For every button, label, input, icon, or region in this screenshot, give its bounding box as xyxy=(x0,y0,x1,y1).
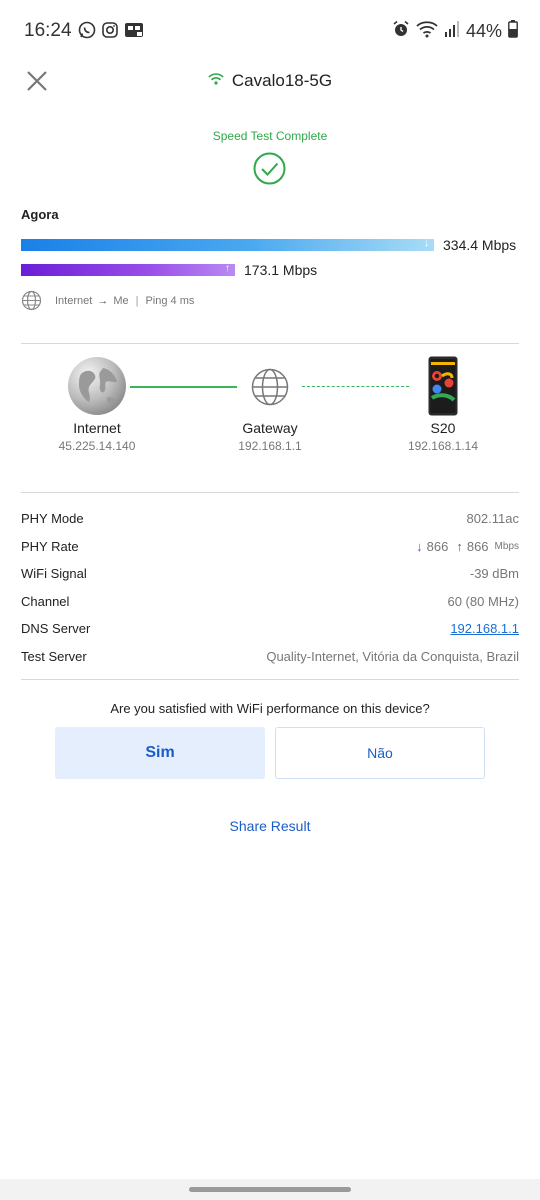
route-from: Internet xyxy=(55,294,93,307)
node-device-name: S20 xyxy=(430,420,456,436)
route-separator: | xyxy=(135,294,139,307)
divider xyxy=(21,679,519,680)
phy-rate-values: ↓ 866 ↑ 866 Mbps xyxy=(416,539,519,554)
wifi-icon xyxy=(416,20,438,43)
node-device-ip: 192.168.1.14 xyxy=(407,439,479,453)
ping-value: Ping 4 ms xyxy=(145,294,195,307)
detail-row-wifi-signal: WiFi Signal -39 dBm xyxy=(21,563,519,583)
no-button[interactable]: Não xyxy=(275,727,485,779)
detail-row-test-server: Test Server Quality-Internet, Vitória da… xyxy=(21,646,519,666)
route-to: Me xyxy=(113,294,129,307)
status-right-icons: 44% xyxy=(392,20,518,43)
share-result-button[interactable]: Share Result xyxy=(0,818,540,834)
phy-rate-down: 866 xyxy=(426,538,449,554)
signal-icon xyxy=(444,20,460,43)
battery-icon xyxy=(508,20,518,43)
detail-value: Quality-Internet, Vitória da Conquista, … xyxy=(266,648,519,664)
status-bar: 16:24 44% xyxy=(0,0,540,62)
detail-label: Test Server xyxy=(21,648,87,664)
home-handle[interactable] xyxy=(189,1187,351,1192)
detail-value: 802.11ac xyxy=(466,510,519,526)
wifi-icon xyxy=(208,72,224,91)
time-label: Agora xyxy=(21,207,59,222)
whatsapp-icon xyxy=(78,21,96,44)
detail-row-channel: Channel 60 (80 MHz) xyxy=(21,591,519,611)
header: Cavalo18-5G xyxy=(0,71,540,91)
navigation-bar xyxy=(0,1179,540,1200)
node-internet-name: Internet xyxy=(73,420,121,436)
yes-button[interactable]: Sim xyxy=(55,727,265,779)
detail-value: 60 (80 MHz) xyxy=(447,593,519,609)
route-info: Internet → Me | Ping 4 ms xyxy=(21,290,194,311)
node-device[interactable]: S20 192.168.1.14 xyxy=(393,356,493,453)
status-left-icons xyxy=(78,21,144,44)
download-speed: 334.4 Mbps xyxy=(443,237,517,253)
detail-row-phy-mode: PHY Mode 802.11ac xyxy=(21,508,519,528)
alarm-icon xyxy=(392,20,410,43)
upload-bar: ↑ xyxy=(21,263,235,276)
status-time: 16:24 xyxy=(24,20,72,41)
phone-icon xyxy=(393,356,493,416)
globe-icon xyxy=(21,290,42,311)
node-gateway-name: Gateway xyxy=(242,420,298,436)
route-arrow-icon: → xyxy=(97,294,109,307)
node-gateway[interactable]: Gateway 192.168.1.1 xyxy=(220,368,320,453)
detail-label: DNS Server xyxy=(21,620,91,636)
battery-percent: 44% xyxy=(465,21,502,41)
phy-rate-up: 866 xyxy=(466,538,489,554)
detail-label: WiFi Signal xyxy=(21,565,87,581)
detail-row-dns-server: DNS Server 192.168.1.1 xyxy=(21,618,519,638)
detail-label: PHY Mode xyxy=(21,510,84,526)
upload-arrow-icon: ↑ xyxy=(225,263,230,274)
detail-label: Channel xyxy=(21,593,70,609)
globe-icon xyxy=(220,368,320,406)
network-name: Cavalo18-5G xyxy=(231,71,333,90)
download-bar: ↓ xyxy=(21,238,434,251)
instagram-icon xyxy=(101,21,119,44)
download-arrow-icon: ↓ xyxy=(424,238,429,249)
feedback-question: Are you satisfied with WiFi performance … xyxy=(110,701,430,716)
divider xyxy=(21,492,519,493)
node-gateway-ip: 192.168.1.1 xyxy=(238,439,302,453)
node-internet-ip: 45.225.14.140 xyxy=(58,439,136,453)
up-arrow-icon: ↑ xyxy=(456,538,463,554)
detail-row-phy-rate: PHY Rate ↓ 866 ↑ 866 Mbps xyxy=(21,536,519,556)
down-arrow-icon: ↓ xyxy=(416,538,423,554)
detail-label: PHY Rate xyxy=(21,538,79,554)
phy-rate-unit: Mbps xyxy=(494,540,519,552)
divider xyxy=(21,343,519,344)
dns-server-link[interactable]: 192.168.1.1 xyxy=(450,621,519,636)
node-internet[interactable]: Internet 45.225.14.140 xyxy=(47,356,147,453)
tv-icon xyxy=(124,21,144,44)
upload-speed: 173.1 Mbps xyxy=(244,262,318,278)
test-status: Speed Test Complete xyxy=(212,129,328,143)
detail-value: -39 dBm xyxy=(469,565,519,581)
check-circle-icon xyxy=(253,152,286,185)
